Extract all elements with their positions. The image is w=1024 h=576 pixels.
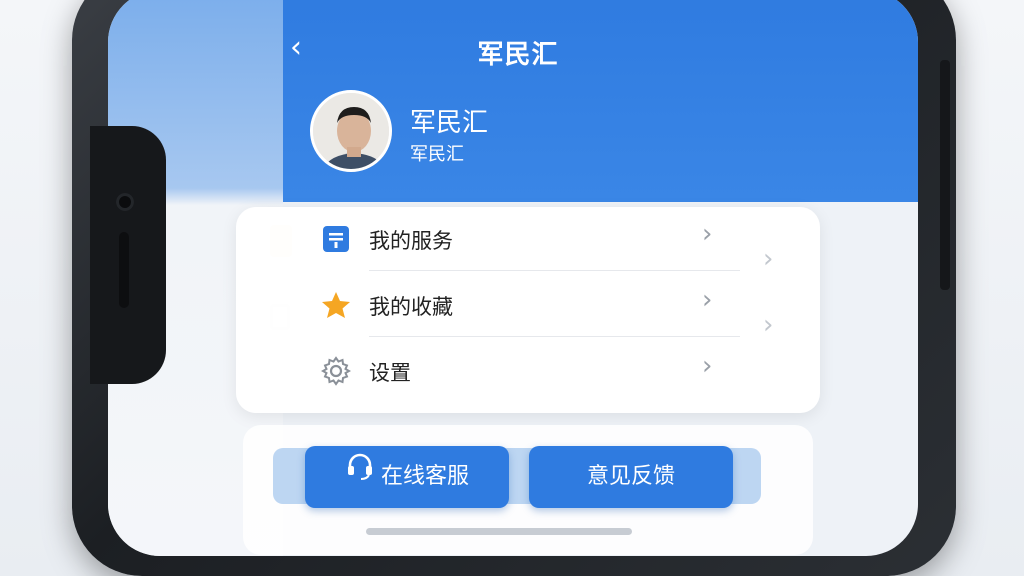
feedback-button[interactable]: 意见反馈: [529, 446, 733, 508]
button-label: 意见反馈: [586, 464, 675, 489]
online-customer-service-button[interactable]: 在线客服: [305, 446, 509, 508]
star-icon: [321, 290, 351, 320]
avatar[interactable]: [310, 90, 392, 172]
divider: [369, 336, 740, 337]
menu-item-label: 我的服务: [369, 229, 453, 253]
profile-subtitle: 军民汇: [410, 144, 464, 165]
speaker-grille: [119, 232, 129, 308]
app-screenshot: ‹ 军民汇 军民汇 军民汇 我的服务 › 我的收藏 › 设置 › › › 在线客…: [0, 0, 1024, 576]
nav-header: ‹ 军民汇: [278, 30, 748, 70]
home-indicator[interactable]: [366, 528, 632, 535]
button-label: 在线客服: [380, 464, 469, 489]
headset-icon: [345, 444, 375, 506]
menu-item-settings[interactable]: 设置 ›: [236, 339, 820, 403]
page-title: 军民汇: [477, 40, 559, 70]
chevron-right-icon: ›: [702, 285, 713, 315]
phone-screen: ‹ 军民汇 军民汇 军民汇 我的服务 › 我的收藏 › 设置 › › › 在线客…: [108, 0, 918, 556]
chevron-right-icon: ›: [702, 219, 713, 249]
menu-item-label: 我的收藏: [369, 295, 453, 319]
menu-item-label: 设置: [369, 361, 411, 385]
menu-item-favorites[interactable]: 我的收藏 ›: [236, 273, 820, 337]
ghost-chevron-icon: ›: [763, 310, 774, 340]
divider: [369, 270, 740, 271]
ghost-chevron-icon: ›: [763, 244, 774, 274]
front-camera-icon: [116, 193, 134, 211]
profile-name: 军民汇: [410, 108, 489, 138]
service-list-icon: [321, 224, 351, 254]
menu-card: 我的服务 › 我的收藏 › 设置 ›: [236, 207, 820, 413]
chevron-right-icon: ›: [702, 351, 713, 381]
phone-side-button: [940, 60, 950, 290]
gear-icon: [320, 356, 352, 386]
menu-item-my-services[interactable]: 我的服务 ›: [236, 207, 820, 271]
